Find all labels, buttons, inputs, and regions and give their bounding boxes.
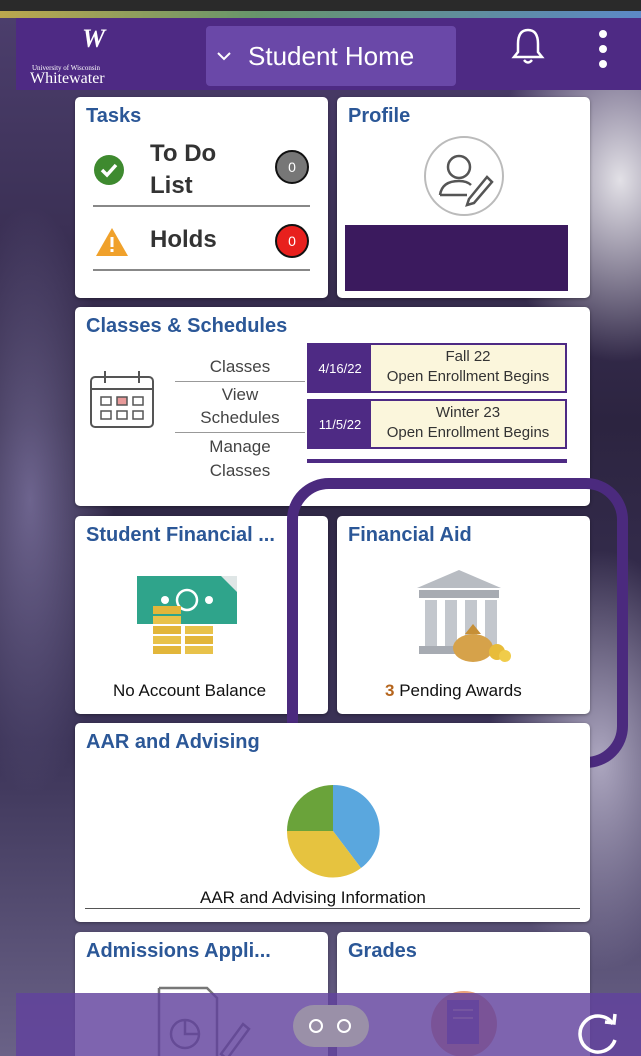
status-bar xyxy=(0,0,641,11)
manage-classes-link-line1[interactable]: Manage xyxy=(175,437,305,457)
profile-tile[interactable]: Profile xyxy=(337,97,590,298)
profile-name-band xyxy=(345,225,568,291)
account-balance-text: No Account Balance xyxy=(113,681,267,700)
app-header: W University of Wisconsin Whitewater Stu… xyxy=(16,18,641,90)
aar-caption: AAR and Advising Information xyxy=(200,888,426,907)
admissions-title: Admissions Appli... xyxy=(86,940,271,962)
page-indicator[interactable] xyxy=(293,1005,369,1047)
page-dot-icon xyxy=(337,1019,351,1033)
event-item[interactable]: 11/5/22 Winter 23 Open Enrollment Begins xyxy=(307,399,567,449)
university-logo[interactable]: W University of Wisconsin Whitewater xyxy=(30,24,170,87)
event-desc: Open Enrollment Begins xyxy=(386,424,550,441)
todo-label-line2: List xyxy=(150,172,193,199)
bell-icon[interactable] xyxy=(511,26,545,66)
calendar-icon xyxy=(90,371,154,428)
todo-label-line1: To Do xyxy=(150,140,217,167)
event-item[interactable]: 4/16/22 Fall 22 Open Enrollment Begins xyxy=(307,343,567,393)
profile-edit-icon xyxy=(424,136,504,216)
holds-label: Holds xyxy=(150,226,217,253)
check-circle-icon xyxy=(94,155,124,185)
pie-chart-icon xyxy=(286,784,380,878)
event-desc: Open Enrollment Begins xyxy=(386,368,550,385)
divider xyxy=(93,269,310,271)
todo-count-badge: 0 xyxy=(275,150,309,184)
page-dot-icon xyxy=(309,1019,323,1033)
holds-count-badge: 0 xyxy=(275,224,309,258)
profile-title: Profile xyxy=(348,105,411,127)
event-description: Fall 22 Open Enrollment Begins xyxy=(371,345,565,391)
aar-title: AAR and Advising xyxy=(86,731,260,753)
classes-title: Classes & Schedules xyxy=(86,315,288,337)
divider xyxy=(85,908,580,909)
divider xyxy=(175,432,305,433)
manage-classes-link-line2[interactable]: Classes xyxy=(175,461,305,481)
holds-item[interactable]: Holds 0 xyxy=(93,221,309,261)
classes-link[interactable]: Classes xyxy=(175,357,305,377)
refresh-icon[interactable] xyxy=(575,1010,621,1056)
grades-title: Grades xyxy=(348,940,417,962)
event-date: 11/5/22 xyxy=(318,416,362,432)
tasks-title: Tasks xyxy=(86,105,142,127)
warning-icon xyxy=(96,228,128,256)
student-financial-title: Student Financial ... xyxy=(86,524,275,546)
chevron-down-icon xyxy=(217,52,231,61)
page-selector-dropdown[interactable]: Student Home xyxy=(206,26,456,86)
event-term: Winter 23 xyxy=(435,404,501,421)
aar-advising-tile[interactable]: AAR and Advising AAR and Advising Inform… xyxy=(75,723,590,922)
divider xyxy=(175,381,305,382)
event-date: 4/16/22 xyxy=(318,360,362,376)
todo-list-item[interactable]: To Do List 0 xyxy=(93,139,309,201)
classes-schedules-tile[interactable]: Classes & Schedules Classes View Schedul… xyxy=(75,307,590,506)
view-schedules-link-line2[interactable]: Schedules xyxy=(175,408,305,428)
more-menu-icon[interactable] xyxy=(598,28,608,72)
event-term: Fall 22 xyxy=(445,348,491,365)
logo-mark: W xyxy=(82,24,106,53)
page-selector-label: Student Home xyxy=(248,40,415,71)
logo-name-text: Whitewater xyxy=(30,70,105,87)
event-list-edge xyxy=(307,459,567,463)
tasks-tile[interactable]: Tasks To Do List 0 Holds 0 xyxy=(75,97,328,298)
money-icon xyxy=(137,576,237,654)
view-schedules-link-line1[interactable]: View xyxy=(175,385,305,405)
divider xyxy=(93,205,310,207)
event-description: Winter 23 Open Enrollment Begins xyxy=(371,401,565,447)
